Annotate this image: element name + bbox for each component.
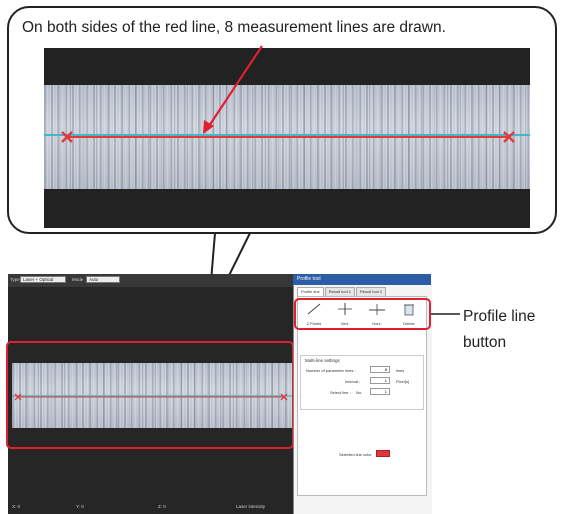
select-line-stepper[interactable]: 1 [370, 388, 390, 395]
row-label: Select line : [330, 390, 351, 395]
section-title: Multi-line settings [305, 358, 340, 363]
row-prefix: No. [356, 390, 363, 395]
interval-stepper[interactable]: 1 [370, 377, 390, 384]
parameter-lines-stepper[interactable]: 8 [370, 366, 390, 373]
profile-line-button-annotation: Profile line button [463, 304, 535, 356]
annotation-leader-line [431, 313, 460, 315]
annotation-line-2: button [463, 334, 507, 351]
swatch-label: Selected line color [339, 452, 372, 457]
row-label: Number of parameter lines : [306, 368, 356, 373]
annotation-line-1: Profile line [463, 308, 536, 325]
row-unit: Pixel(s) [396, 379, 410, 384]
selected-line-color-swatch[interactable] [376, 450, 390, 457]
row-unit: lines [396, 368, 405, 373]
row-label: Interval : [345, 379, 361, 384]
